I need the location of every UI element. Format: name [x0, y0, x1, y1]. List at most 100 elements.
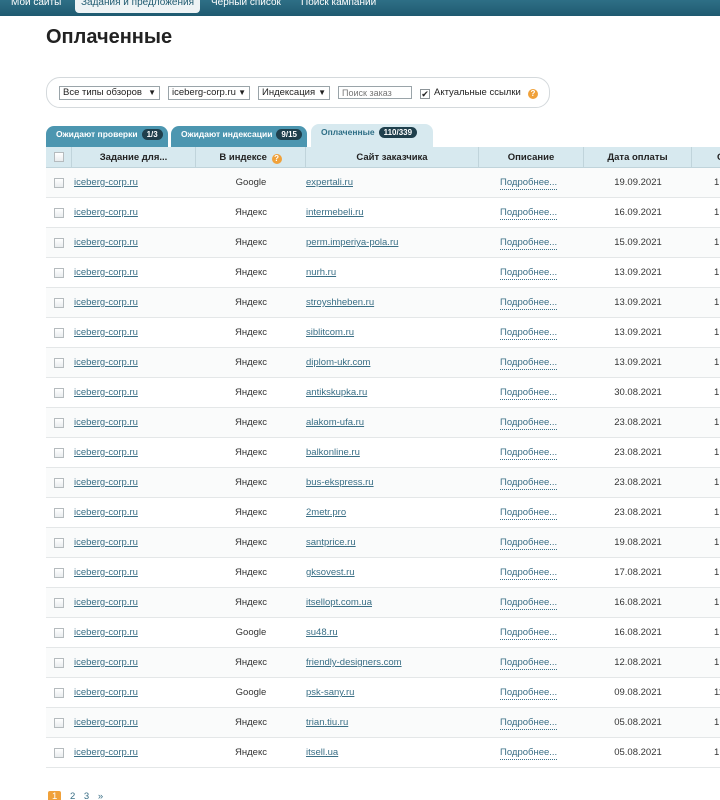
task-link[interactable]: iceberg-corp.ru — [74, 468, 138, 497]
row-checkbox[interactable] — [54, 448, 64, 458]
details-link[interactable]: Подробнее... — [500, 357, 558, 370]
client-site-link[interactable]: psk-sany.ru — [306, 678, 354, 707]
details-link[interactable]: Подробнее... — [500, 327, 558, 340]
details-link[interactable]: Подробнее... — [500, 597, 558, 610]
details-link[interactable]: Подробнее... — [500, 177, 558, 190]
row-checkbox[interactable] — [54, 238, 64, 248]
details-link[interactable]: Подробнее... — [500, 507, 558, 520]
client-site-link[interactable]: siblitcom.ru — [306, 318, 354, 347]
indexing-select[interactable]: Индексация ▼ — [258, 86, 330, 100]
row-checkbox[interactable] — [54, 328, 64, 338]
client-site-link[interactable]: gksovest.ru — [306, 558, 355, 587]
client-site-link[interactable]: antikskupka.ru — [306, 378, 367, 407]
details-link[interactable]: Подробнее... — [500, 687, 558, 700]
details-link[interactable]: Подробнее... — [500, 387, 558, 400]
task-link[interactable]: iceberg-corp.ru — [74, 648, 138, 677]
col-payment-date[interactable]: Дата оплаты — [584, 147, 692, 168]
task-link[interactable]: iceberg-corp.ru — [74, 288, 138, 317]
row-checkbox[interactable] — [54, 568, 64, 578]
help-icon[interactable]: ? — [271, 154, 282, 164]
tab-awaiting-review[interactable]: Ожидают проверки 1/3 — [46, 126, 168, 147]
col-in-index[interactable]: В индексе ? — [196, 147, 306, 168]
details-link[interactable]: Подробнее... — [500, 567, 558, 580]
details-link[interactable]: Подробнее... — [500, 417, 558, 430]
col-task[interactable]: Задание для... — [72, 147, 196, 168]
details-link[interactable]: Подробнее... — [500, 747, 558, 760]
task-link[interactable]: iceberg-corp.ru — [74, 198, 138, 227]
tab-paid[interactable]: Оплаченные 110/339 — [311, 124, 433, 147]
client-site-link[interactable]: su48.ru — [306, 618, 338, 647]
row-checkbox[interactable] — [54, 748, 64, 758]
task-link[interactable]: iceberg-corp.ru — [74, 678, 138, 707]
select-all-checkbox[interactable] — [54, 152, 64, 162]
row-checkbox[interactable] — [54, 538, 64, 548]
col-client-site[interactable]: Сайт заказчика — [306, 147, 479, 168]
task-link[interactable]: iceberg-corp.ru — [74, 378, 138, 407]
client-site-link[interactable]: nurh.ru — [306, 258, 336, 287]
nav-blacklist[interactable]: Черный список — [205, 0, 287, 13]
client-site-link[interactable]: alakom-ufa.ru — [306, 408, 364, 437]
task-link[interactable]: iceberg-corp.ru — [74, 738, 138, 767]
task-link[interactable]: iceberg-corp.ru — [74, 498, 138, 527]
task-link[interactable]: iceberg-corp.ru — [74, 408, 138, 437]
row-checkbox[interactable] — [54, 628, 64, 638]
client-site-link[interactable]: itsellopt.com.ua — [306, 588, 372, 617]
task-link[interactable]: iceberg-corp.ru — [74, 318, 138, 347]
task-link[interactable]: iceberg-corp.ru — [74, 558, 138, 587]
review-type-select[interactable]: Все типы обзоров ▼ — [59, 86, 160, 100]
row-checkbox[interactable] — [54, 178, 64, 188]
task-link[interactable]: iceberg-corp.ru — [74, 258, 138, 287]
client-site-link[interactable]: diplom-ukr.com — [306, 348, 370, 377]
client-site-link[interactable]: expertali.ru — [306, 168, 353, 197]
details-link[interactable]: Подробнее... — [500, 657, 558, 670]
task-link[interactable]: iceberg-corp.ru — [74, 348, 138, 377]
col-extra[interactable]: С — [692, 147, 720, 168]
page-2-link[interactable]: 2 — [70, 791, 75, 800]
details-link[interactable]: Подробнее... — [500, 627, 558, 640]
details-link[interactable]: Подробнее... — [500, 477, 558, 490]
row-checkbox[interactable] — [54, 508, 64, 518]
client-site-link[interactable]: trian.tiu.ru — [306, 708, 348, 737]
task-link[interactable]: iceberg-corp.ru — [74, 708, 138, 737]
client-site-link[interactable]: friendly-designers.com — [306, 648, 402, 677]
row-checkbox[interactable] — [54, 658, 64, 668]
task-link[interactable]: iceberg-corp.ru — [74, 618, 138, 647]
task-link[interactable]: iceberg-corp.ru — [74, 528, 138, 557]
row-checkbox[interactable] — [54, 478, 64, 488]
client-site-link[interactable]: intermebeli.ru — [306, 198, 364, 227]
client-site-link[interactable]: itsell.ua — [306, 738, 338, 767]
help-icon[interactable]: ? — [528, 89, 538, 99]
nav-campaign-search[interactable]: Поиск кампаний — [295, 0, 382, 13]
client-site-link[interactable]: perm.imperiya-pola.ru — [306, 228, 398, 257]
task-link[interactable]: iceberg-corp.ru — [74, 438, 138, 467]
tab-awaiting-indexing[interactable]: Ожидают индексации 9/15 — [171, 126, 307, 147]
row-checkbox[interactable] — [54, 718, 64, 728]
next-page-link[interactable]: » — [98, 791, 103, 800]
client-site-link[interactable]: stroyshheben.ru — [306, 288, 374, 317]
details-link[interactable]: Подробнее... — [500, 297, 558, 310]
details-link[interactable]: Подробнее... — [500, 207, 558, 220]
row-checkbox[interactable] — [54, 598, 64, 608]
client-site-link[interactable]: santprice.ru — [306, 528, 356, 557]
page-1-link[interactable]: 1 — [48, 791, 62, 800]
nav-my-sites[interactable]: Мои сайты — [5, 0, 67, 13]
client-site-link[interactable]: 2metr.pro — [306, 498, 346, 527]
details-link[interactable]: Подробнее... — [500, 447, 558, 460]
actual-links-checkbox[interactable]: ✔ — [420, 89, 430, 99]
row-checkbox[interactable] — [54, 298, 64, 308]
page-3-link[interactable]: 3 — [84, 791, 89, 800]
row-checkbox[interactable] — [54, 358, 64, 368]
task-link[interactable]: iceberg-corp.ru — [74, 588, 138, 617]
col-description[interactable]: Описание — [479, 147, 584, 168]
nav-tasks-offers[interactable]: Задания и предложения — [75, 0, 200, 13]
details-link[interactable]: Подробнее... — [500, 537, 558, 550]
order-search-input[interactable] — [338, 86, 412, 99]
details-link[interactable]: Подробнее... — [500, 717, 558, 730]
site-select[interactable]: iceberg-corp.ru ▼ — [168, 86, 250, 100]
row-checkbox[interactable] — [54, 268, 64, 278]
task-link[interactable]: iceberg-corp.ru — [74, 168, 138, 197]
row-checkbox[interactable] — [54, 688, 64, 698]
client-site-link[interactable]: balkonline.ru — [306, 438, 360, 467]
details-link[interactable]: Подробнее... — [500, 267, 558, 280]
row-checkbox[interactable] — [54, 388, 64, 398]
